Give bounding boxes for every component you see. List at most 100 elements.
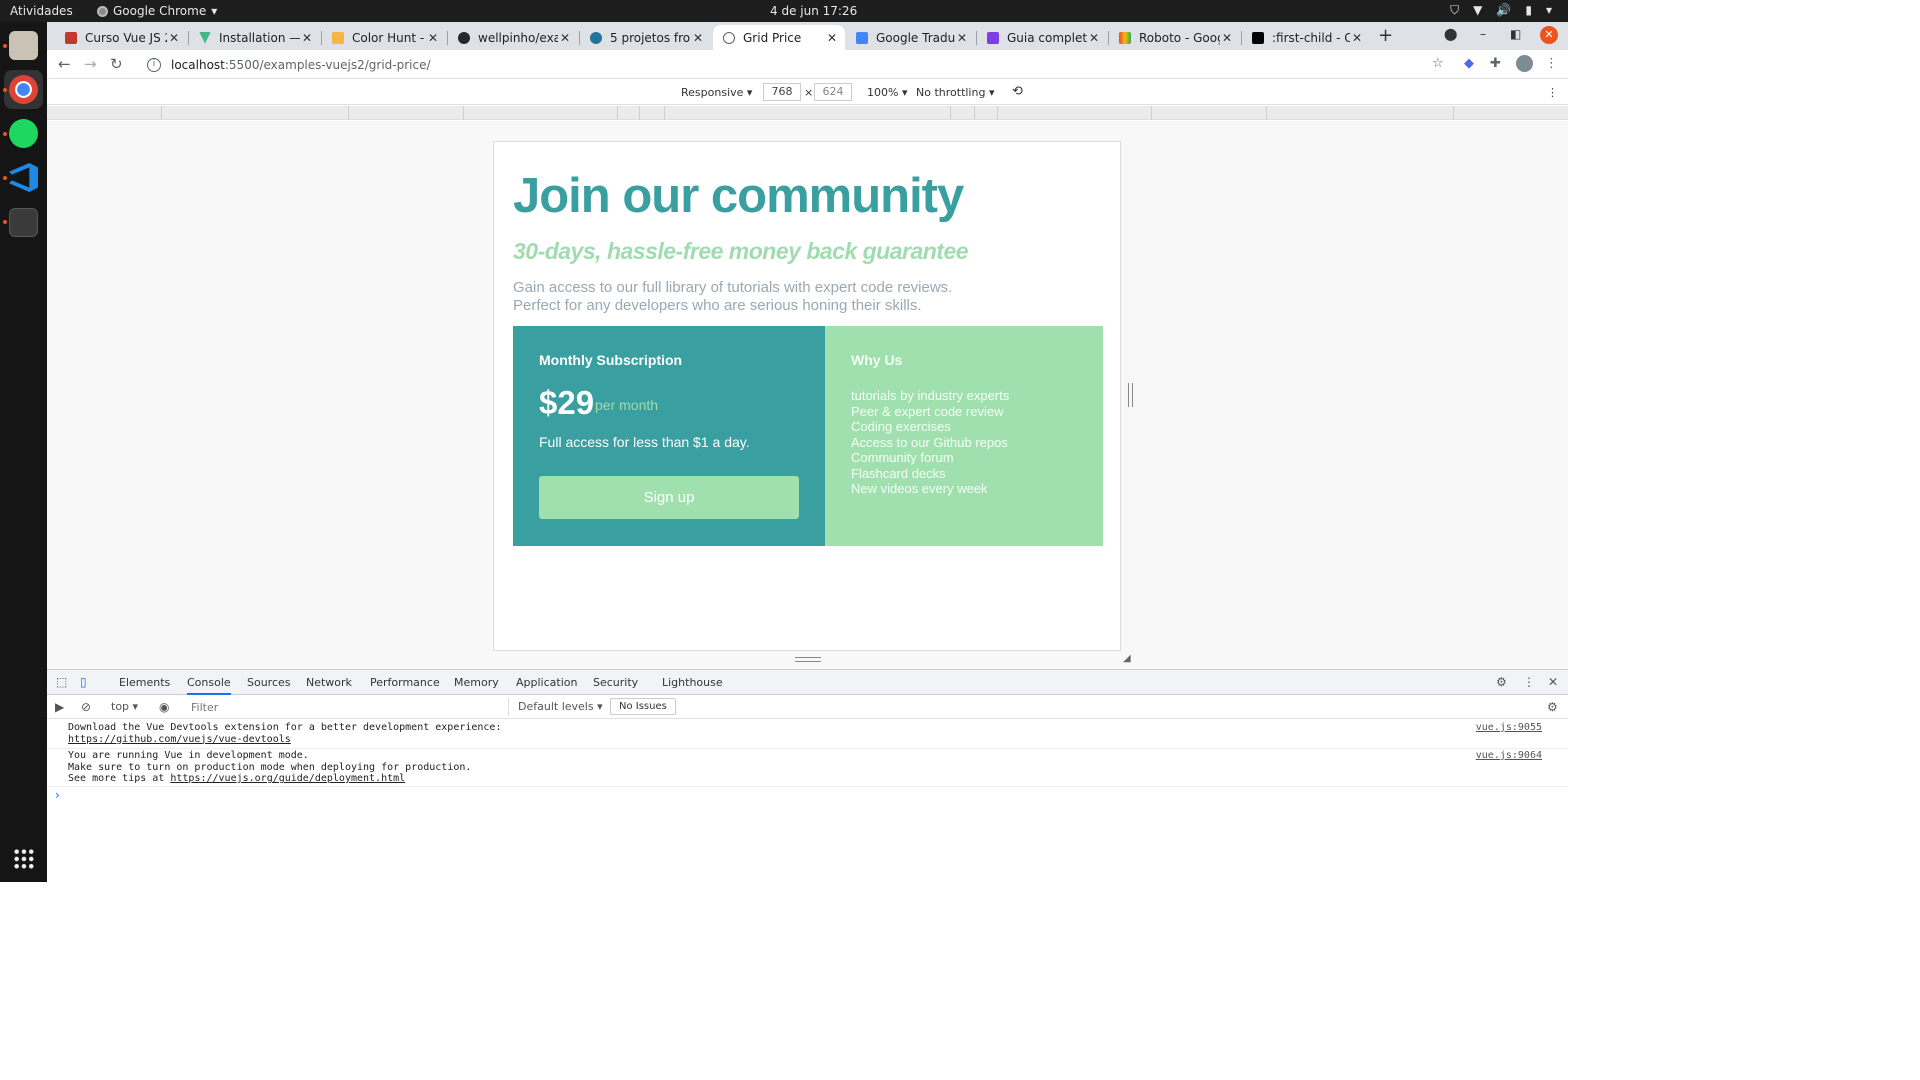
- tab-performance[interactable]: Performance: [370, 676, 440, 689]
- new-tab-button[interactable]: +: [1378, 25, 1393, 46]
- star-icon[interactable]: ☆: [1432, 56, 1444, 71]
- message-source-link[interactable]: vue.js:9055: [1476, 722, 1542, 734]
- eye-icon[interactable]: ◉: [159, 700, 169, 714]
- why-us-title: Why Us: [851, 352, 903, 368]
- minimize-button[interactable]: –: [1480, 27, 1486, 41]
- show-applications-icon[interactable]: [13, 848, 35, 870]
- tab-grid-price[interactable]: Grid Price ✕: [713, 25, 845, 50]
- close-icon[interactable]: ✕: [1548, 675, 1558, 689]
- info-icon[interactable]: i: [147, 57, 161, 72]
- clock[interactable]: 4 de jun 17:26: [770, 4, 857, 18]
- tab-network[interactable]: Network: [306, 676, 352, 689]
- wordpress-favicon-icon: [590, 31, 602, 44]
- device-mode-label: Responsive: [681, 86, 744, 99]
- message-link[interactable]: https://vuejs.org/guide/deployment.html: [170, 773, 405, 784]
- close-icon[interactable]: ✕: [300, 31, 314, 45]
- gear-icon[interactable]: ⚙: [1496, 675, 1507, 689]
- device-mode-select[interactable]: Responsive ▾: [681, 86, 752, 99]
- vscode-icon[interactable]: [9, 163, 38, 192]
- media-query-ruler[interactable]: [47, 106, 1568, 120]
- close-icon[interactable]: ✕: [1220, 31, 1234, 45]
- context-select[interactable]: top ▾: [111, 700, 138, 713]
- system-tray[interactable]: ⛉ ▼ 🔊 ▮ ▾: [1450, 3, 1552, 18]
- activities-button[interactable]: Atividades: [10, 4, 73, 18]
- list-item: Access to our Github repos: [851, 434, 1008, 450]
- tab-application[interactable]: Application: [516, 676, 577, 689]
- console-prompt-icon[interactable]: ›: [55, 788, 60, 802]
- throttling-label: No throttling: [916, 86, 986, 99]
- close-icon[interactable]: ✕: [825, 31, 839, 45]
- clear-console-icon[interactable]: ⊘: [81, 700, 91, 714]
- restore-button[interactable]: ◧: [1510, 27, 1521, 41]
- width-input[interactable]: 768: [763, 83, 801, 101]
- rotate-icon[interactable]: ⟲: [1012, 84, 1023, 99]
- message-source-link[interactable]: vue.js:9064: [1476, 750, 1542, 762]
- close-icon[interactable]: ✕: [167, 31, 181, 45]
- tab-sources[interactable]: Sources: [247, 676, 291, 689]
- chrome-icon[interactable]: [9, 75, 38, 104]
- forward-arrow-icon[interactable]: →: [84, 55, 97, 73]
- message-text: See more tips at: [68, 773, 171, 784]
- tab-elements[interactable]: Elements: [119, 676, 170, 689]
- resize-handle-corner[interactable]: ◢: [1123, 653, 1131, 664]
- app-name: Google Chrome: [113, 4, 207, 18]
- sign-up-button[interactable]: Sign up: [539, 476, 799, 519]
- tab-roboto[interactable]: Roboto - Goog ✕: [1109, 25, 1240, 50]
- close-icon[interactable]: ✕: [955, 31, 969, 45]
- address-bar[interactable]: i localhost :5500/examples-vuejs2/grid-p…: [137, 52, 1457, 77]
- issues-button[interactable]: No Issues: [610, 698, 676, 715]
- zoom-select[interactable]: 100% ▾: [867, 86, 907, 99]
- google-fonts-favicon-icon: [1119, 31, 1131, 44]
- close-icon[interactable]: ✕: [1350, 31, 1364, 45]
- devtools-tab-bar: ⬚ ▯ Elements Console Sources Network Per…: [47, 670, 1568, 695]
- back-arrow-icon[interactable]: ←: [58, 55, 71, 73]
- inspect-element-icon[interactable]: ⬚: [56, 675, 67, 689]
- tab-color-hunt[interactable]: Color Hunt - C ✕: [322, 25, 446, 50]
- close-icon[interactable]: ✕: [426, 31, 440, 45]
- subscription-panel: Monthly Subscription $29 per month Full …: [513, 326, 825, 546]
- more-vert-icon[interactable]: ⋮: [1523, 675, 1535, 689]
- sidebar-toggle-icon[interactable]: ▶: [55, 700, 64, 714]
- gear-icon[interactable]: ⚙: [1547, 700, 1558, 714]
- throttling-select[interactable]: No throttling ▾: [916, 86, 994, 99]
- tab-memory[interactable]: Memory: [454, 676, 499, 689]
- close-window-button[interactable]: ✕: [1540, 26, 1558, 44]
- close-icon[interactable]: ✕: [558, 31, 572, 45]
- tab-google-tradutor[interactable]: Google Tradut ✕: [846, 25, 975, 50]
- tab-console[interactable]: Console: [187, 676, 231, 695]
- tab-first-child[interactable]: :first-child - CS ✕: [1242, 25, 1370, 50]
- avatar[interactable]: [1516, 55, 1533, 72]
- app-menu[interactable]: Google Chrome ▾: [97, 4, 217, 18]
- tab-security[interactable]: Security: [593, 676, 638, 689]
- close-icon[interactable]: ✕: [691, 31, 705, 45]
- more-vert-icon[interactable]: ⋮: [1547, 86, 1558, 99]
- console-filter-input[interactable]: [187, 698, 509, 716]
- tab-5-projetos[interactable]: 5 projetos fron ✕: [580, 25, 711, 50]
- files-icon[interactable]: [9, 31, 38, 60]
- why-us-panel: Why Us tutorials by industry experts Pee…: [825, 326, 1103, 546]
- spotify-icon[interactable]: [9, 119, 38, 148]
- tab-wellpinho[interactable]: wellpinho/exa ✕: [448, 25, 578, 50]
- tab-guia-completo[interactable]: Guia complete ✕: [977, 25, 1107, 50]
- page-heading: Join our community: [513, 169, 964, 223]
- resize-handle-bottom[interactable]: [795, 657, 821, 662]
- puzzle-icon[interactable]: ✚: [1490, 56, 1501, 71]
- resize-handle-right[interactable]: [1128, 383, 1133, 407]
- close-icon[interactable]: ✕: [1087, 31, 1101, 45]
- message-link[interactable]: https://github.com/vuejs/vue-devtools: [68, 734, 291, 745]
- device-toggle-icon[interactable]: ▯: [80, 675, 87, 689]
- extension-icon[interactable]: ◆: [1464, 56, 1474, 71]
- page-description: Gain access to our full library of tutor…: [513, 279, 952, 315]
- devtools-panel: ⬚ ▯ Elements Console Sources Network Per…: [47, 669, 1568, 882]
- tab-lighthouse[interactable]: Lighthouse: [662, 676, 723, 689]
- tab-curso-vue[interactable]: Curso Vue JS 2 ✕: [55, 25, 187, 50]
- shield-icon: ⛉: [1450, 3, 1460, 17]
- tab-search-icon[interactable]: ⬤: [1444, 27, 1457, 41]
- reload-icon[interactable]: ↻: [110, 55, 123, 73]
- console-message: You are running Vue in development mode.…: [47, 750, 1568, 787]
- tab-installation[interactable]: Installation — ✕: [189, 25, 320, 50]
- height-input[interactable]: 624: [814, 83, 852, 101]
- more-vert-icon[interactable]: ⋮: [1545, 56, 1558, 71]
- log-levels-select[interactable]: Default levels ▾: [518, 700, 603, 713]
- terminal-icon[interactable]: [9, 208, 38, 237]
